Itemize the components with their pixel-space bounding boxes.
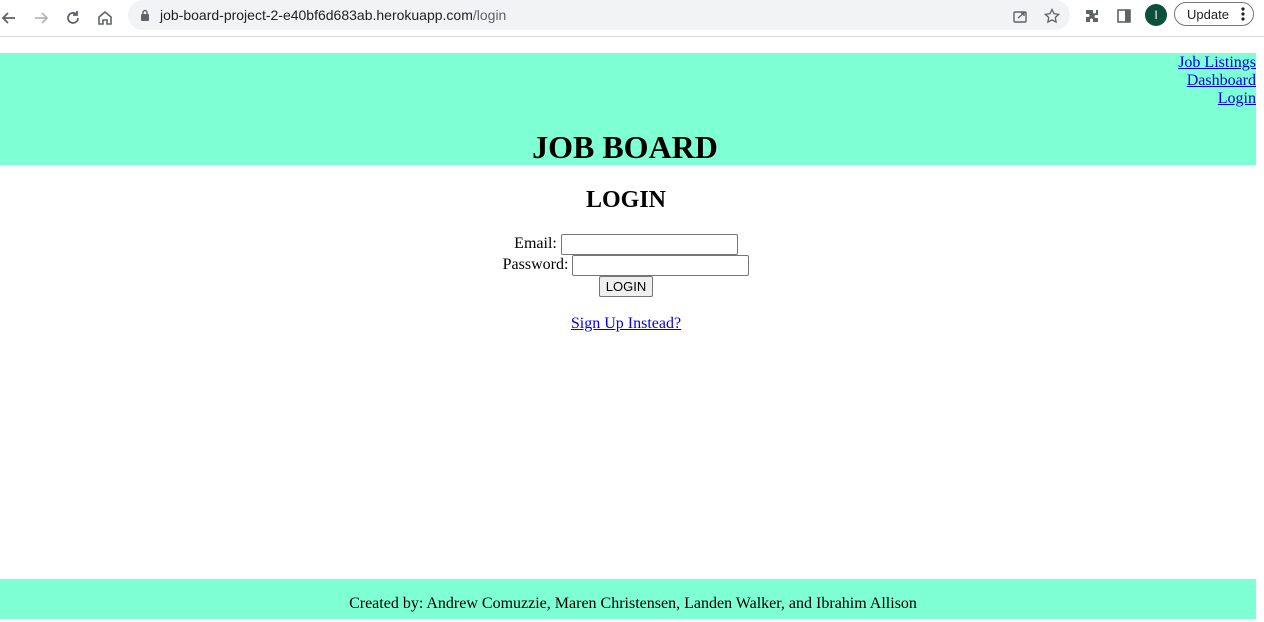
login-button[interactable]: LOGIN bbox=[598, 276, 654, 297]
nav-link-job-listings[interactable]: Job Listings bbox=[1178, 54, 1256, 72]
site-nav: Job Listings Dashboard Login bbox=[1178, 53, 1256, 108]
url-text[interactable]: job-board-project-2-e40bf6d683ab.herokua… bbox=[160, 7, 506, 23]
lock-icon[interactable] bbox=[138, 8, 152, 22]
home-icon[interactable] bbox=[92, 5, 118, 31]
signup-link[interactable]: Sign Up Instead? bbox=[571, 315, 681, 332]
submit-row: LOGIN bbox=[0, 276, 1252, 297]
reload-icon[interactable] bbox=[60, 5, 86, 31]
password-row: Password: bbox=[0, 254, 1252, 276]
email-row: Email: bbox=[0, 233, 1252, 255]
site-header: Job Listings Dashboard Login JOB BOARD bbox=[0, 53, 1256, 165]
password-label: Password: bbox=[502, 256, 569, 273]
password-field[interactable] bbox=[572, 254, 750, 276]
profile-avatar[interactable]: I bbox=[1145, 4, 1167, 26]
more-menu-icon[interactable] bbox=[1241, 6, 1245, 25]
email-label: Email: bbox=[514, 235, 557, 252]
footer-credits: Created by: Andrew Comuzzie, Maren Chris… bbox=[349, 595, 917, 612]
nav-link-login[interactable]: Login bbox=[1178, 90, 1256, 108]
login-heading: LOGIN bbox=[585, 187, 666, 213]
back-icon[interactable] bbox=[0, 5, 22, 31]
signup-row: Sign Up Instead? bbox=[0, 315, 1252, 333]
scrollbar-track[interactable] bbox=[1256, 37, 1264, 622]
forward-icon[interactable] bbox=[28, 5, 54, 31]
site-title: JOB BOARD bbox=[532, 129, 718, 165]
email-field[interactable] bbox=[560, 233, 738, 255]
nav-link-dashboard[interactable]: Dashboard bbox=[1178, 72, 1256, 90]
site-footer: Created by: Andrew Comuzzie, Maren Chris… bbox=[0, 579, 1256, 619]
share-icon[interactable] bbox=[1009, 5, 1031, 27]
update-button[interactable]: Update bbox=[1174, 2, 1254, 26]
side-panel-icon[interactable] bbox=[1113, 5, 1135, 27]
browser-toolbar: job-board-project-2-e40bf6d683ab.herokua… bbox=[0, 0, 1264, 37]
extensions-icon[interactable] bbox=[1081, 5, 1103, 27]
bookmark-star-icon[interactable] bbox=[1041, 5, 1063, 27]
